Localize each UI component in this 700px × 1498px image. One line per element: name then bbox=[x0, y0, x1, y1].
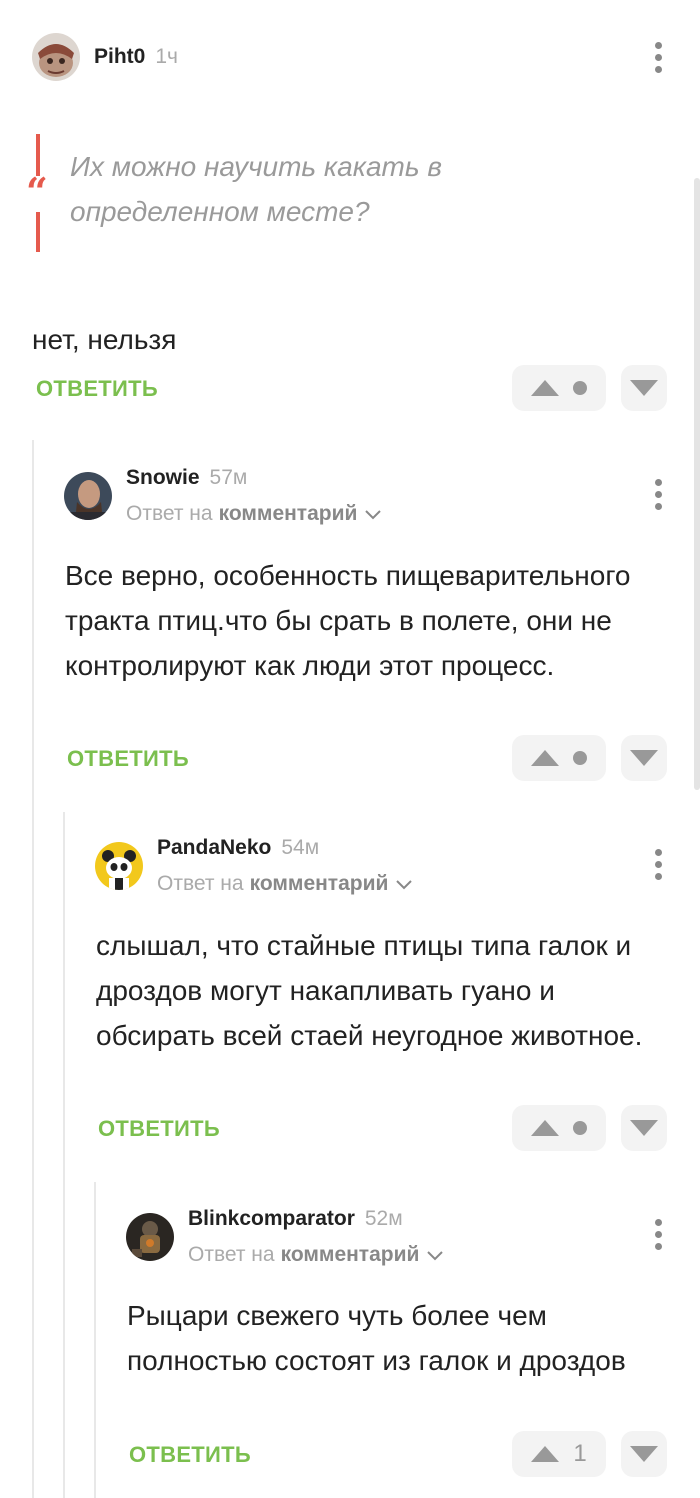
upvote-button[interactable] bbox=[512, 1105, 606, 1151]
comment-time: 52м bbox=[364, 1207, 403, 1230]
quote-icon: “ bbox=[26, 169, 48, 214]
avatar-snowie[interactable] bbox=[64, 472, 112, 520]
comment-text: нет, нельзя bbox=[32, 324, 177, 355]
avatar-pandaneko[interactable] bbox=[95, 842, 143, 890]
thread-line bbox=[94, 1182, 96, 1498]
reply-to-prefix: Ответ на bbox=[188, 1243, 275, 1266]
downvote-button[interactable] bbox=[621, 735, 667, 781]
more-options-icon[interactable] bbox=[648, 479, 668, 510]
upvote-button[interactable] bbox=[512, 365, 606, 411]
rating-dot-icon bbox=[573, 381, 587, 395]
downvote-button[interactable] bbox=[621, 1431, 667, 1477]
arrow-down-icon bbox=[630, 1120, 658, 1136]
reply-to-link[interactable]: Ответ на комментарий bbox=[126, 502, 382, 526]
reply-button[interactable]: ОТВЕТИТЬ bbox=[67, 746, 189, 772]
chevron-down-icon bbox=[427, 1243, 444, 1267]
upvote-button[interactable] bbox=[512, 735, 606, 781]
rating-dot-icon bbox=[573, 751, 587, 765]
arrow-down-icon bbox=[630, 1446, 658, 1462]
arrow-down-icon bbox=[630, 750, 658, 766]
downvote-button[interactable] bbox=[621, 365, 667, 411]
chevron-down-icon bbox=[396, 872, 413, 896]
quote-text: Их можно научить какать в определенном м… bbox=[70, 151, 442, 227]
downvote-button[interactable] bbox=[621, 1105, 667, 1151]
reply-to-prefix: Ответ на bbox=[126, 502, 213, 525]
arrow-up-icon bbox=[531, 1120, 559, 1136]
reply-button[interactable]: ОТВЕТИТЬ bbox=[98, 1116, 220, 1142]
comment-text: Рыцари свежего чуть более чем полностью … bbox=[127, 1300, 626, 1376]
reply-to-target: комментарий bbox=[218, 502, 358, 525]
rating-dot-icon bbox=[573, 1121, 587, 1135]
rating-count: 1 bbox=[573, 1440, 587, 1467]
arrow-up-icon bbox=[531, 750, 559, 766]
reply-to-target: комментарий bbox=[249, 872, 389, 895]
thread-line bbox=[32, 440, 34, 1498]
reply-button[interactable]: ОТВЕТИТЬ bbox=[129, 1442, 251, 1468]
author-name[interactable]: PandaNeko bbox=[157, 836, 271, 860]
more-options-icon[interactable] bbox=[648, 1219, 668, 1250]
reply-to-prefix: Ответ на bbox=[157, 872, 244, 895]
reply-to-link[interactable]: Ответ на комментарий bbox=[157, 872, 413, 896]
arrow-up-icon bbox=[531, 380, 559, 396]
avatar-piht0[interactable] bbox=[32, 33, 80, 81]
author-name[interactable]: Blinkcomparator bbox=[188, 1207, 355, 1231]
arrow-up-icon bbox=[531, 1446, 560, 1462]
arrow-down-icon bbox=[630, 380, 658, 396]
reply-to-target: комментарий bbox=[280, 1243, 420, 1266]
comment-time: 54м bbox=[281, 836, 320, 859]
reply-to-link[interactable]: Ответ на комментарий bbox=[188, 1243, 444, 1267]
reply-button[interactable]: ОТВЕТИТЬ bbox=[36, 376, 158, 402]
author-name[interactable]: Snowie bbox=[126, 466, 200, 490]
quote-bar bbox=[36, 212, 40, 252]
avatar-blinkcomparator[interactable] bbox=[126, 1213, 174, 1261]
author-name[interactable]: Piht0 bbox=[94, 45, 145, 69]
thread-line bbox=[63, 812, 65, 1498]
comment-text: слышал, что стайные птицы типа галок и д… bbox=[96, 930, 643, 1051]
scrollbar[interactable] bbox=[694, 178, 700, 790]
upvote-button[interactable]: 1 bbox=[512, 1431, 606, 1477]
comment-text: Все верно, особенность пищеварительного … bbox=[65, 560, 631, 681]
chevron-down-icon bbox=[365, 502, 382, 526]
more-options-icon[interactable] bbox=[648, 849, 668, 880]
comment-time: 57м bbox=[209, 466, 248, 489]
comment-time: 1ч bbox=[155, 45, 178, 68]
more-options-icon[interactable] bbox=[648, 42, 668, 73]
